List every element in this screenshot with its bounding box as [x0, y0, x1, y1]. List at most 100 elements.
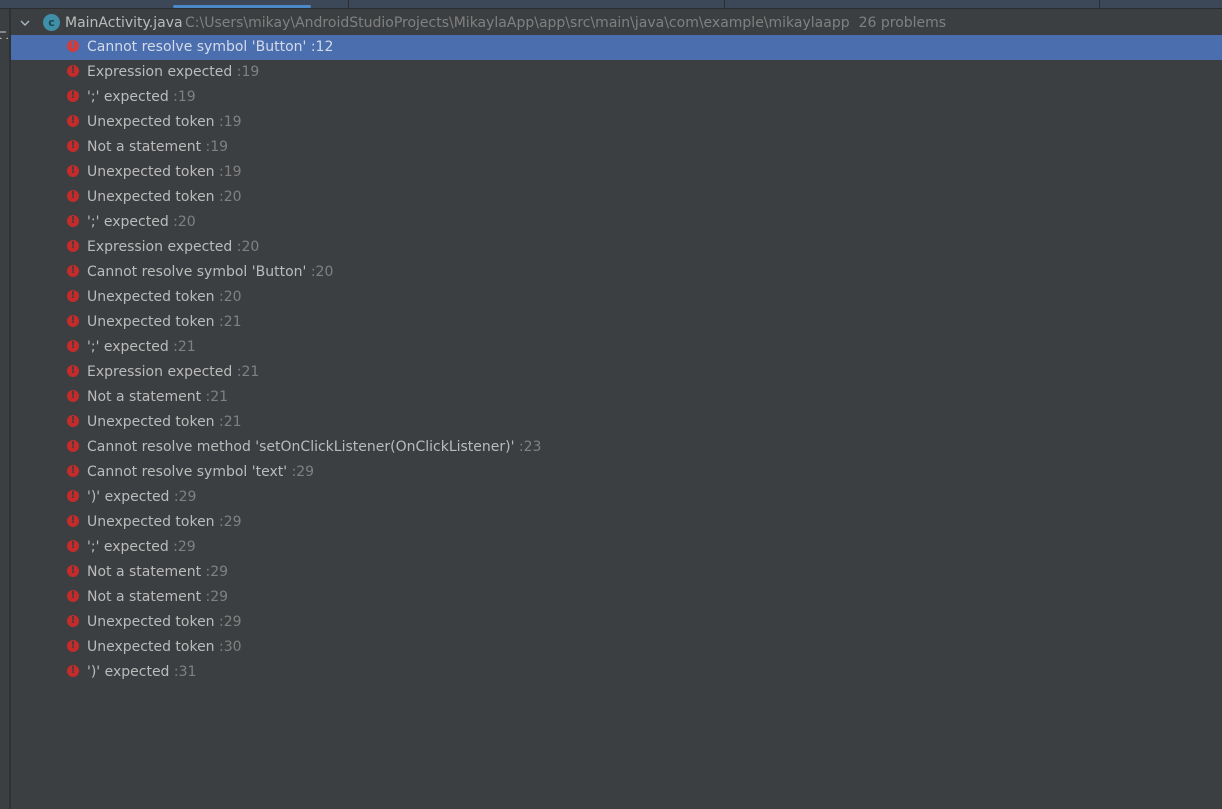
- problem-message: ';' expected: [87, 339, 169, 355]
- problem-line-number: :29: [173, 539, 196, 555]
- selected-tab-indicator: [173, 5, 311, 8]
- problem-text: Expression expected :21: [87, 363, 259, 382]
- error-icon: !: [67, 640, 79, 652]
- file-path-line: C:\Users\mikay\AndroidStudioProjects\Mik…: [185, 14, 946, 33]
- problem-text: Unexpected token :19: [87, 163, 242, 182]
- problem-line-number: :21: [219, 314, 242, 330]
- problem-text: Unexpected token :21: [87, 313, 242, 332]
- tab-separator: [1099, 0, 1100, 9]
- problem-message: Unexpected token: [87, 314, 215, 330]
- chevron-down-icon[interactable]: [19, 17, 31, 29]
- problem-text: Cannot resolve symbol 'text' :29: [87, 463, 314, 482]
- problem-line-number: :19: [219, 164, 242, 180]
- problem-row[interactable]: ! Not a statement :21: [11, 385, 1222, 410]
- error-icon: !: [67, 565, 79, 577]
- problems-tree: c MainActivity.java C:\Users\mikay\Andro…: [11, 10, 1222, 809]
- problem-text: Cannot resolve symbol 'Button' :12: [87, 38, 333, 57]
- problem-line-number: :21: [173, 339, 196, 355]
- problem-row[interactable]: ! Unexpected token :21: [11, 310, 1222, 335]
- problem-row[interactable]: ! Unexpected token :30: [11, 635, 1222, 660]
- problem-message: Not a statement: [87, 139, 202, 155]
- problem-line-number: :20: [236, 239, 260, 255]
- tab[interactable]: [725, 0, 1099, 9]
- problem-message: Expression expected: [87, 239, 233, 255]
- problem-row[interactable]: ! Unexpected token :21: [11, 410, 1222, 435]
- problem-row[interactable]: ! Expression expected :19: [11, 60, 1222, 85]
- problem-line-number: :29: [219, 514, 242, 530]
- problem-line-number: :12: [310, 39, 334, 55]
- tab[interactable]: [311, 0, 348, 9]
- error-icon: !: [67, 165, 79, 177]
- problem-row[interactable]: ! ')' expected :31: [11, 660, 1222, 685]
- problem-row[interactable]: ! Unexpected token :20: [11, 285, 1222, 310]
- tab[interactable]: [349, 0, 724, 9]
- problem-row[interactable]: ! Cannot resolve symbol 'text' :29: [11, 460, 1222, 485]
- problem-row[interactable]: ! ')' expected :29: [11, 485, 1222, 510]
- problem-message: Unexpected token: [87, 414, 215, 430]
- problem-row[interactable]: ! Expression expected :21: [11, 360, 1222, 385]
- problem-row[interactable]: ! Not a statement :29: [11, 585, 1222, 610]
- problem-line-number: :30: [219, 639, 242, 655]
- problem-line-number: :20: [173, 214, 196, 230]
- editor-tab-strip: [0, 0, 1222, 9]
- problem-row[interactable]: ! Cannot resolve method 'setOnClickListen…: [11, 435, 1222, 460]
- problem-message: Not a statement: [87, 389, 202, 405]
- problem-text: ';' expected :19: [87, 88, 196, 107]
- problem-message: Cannot resolve method 'setOnClickListene…: [87, 439, 515, 455]
- collapse-arrow-icon[interactable]: [0, 31, 8, 39]
- error-icon: !: [67, 665, 79, 677]
- error-icon: !: [67, 315, 79, 327]
- problem-row[interactable]: ! Cannot resolve symbol 'Button' :12: [11, 35, 1222, 60]
- problem-text: ';' expected :21: [87, 338, 196, 357]
- problem-row[interactable]: ! Unexpected token :19: [11, 110, 1222, 135]
- error-icon: !: [67, 515, 79, 527]
- problem-message: Cannot resolve symbol 'text': [87, 464, 288, 480]
- problem-text: Not a statement :29: [87, 563, 228, 582]
- problem-message: ')' expected: [87, 489, 170, 505]
- problem-line-number: :19: [236, 64, 260, 80]
- error-icon: !: [67, 215, 79, 227]
- problem-text: Unexpected token :20: [87, 188, 242, 207]
- problem-text: ')' expected :29: [87, 488, 196, 507]
- problem-row[interactable]: ! Cannot resolve symbol 'Button' :20: [11, 260, 1222, 285]
- problem-row[interactable]: ! ';' expected :29: [11, 535, 1222, 560]
- problem-message: ';' expected: [87, 539, 169, 555]
- problem-text: Unexpected token :20: [87, 288, 242, 307]
- error-icon: !: [67, 490, 79, 502]
- problem-row[interactable]: ! Unexpected token :29: [11, 510, 1222, 535]
- problem-row[interactable]: ! ';' expected :21: [11, 335, 1222, 360]
- problem-line-number: :20: [310, 264, 334, 280]
- problem-text: Cannot resolve method 'setOnClickListene…: [87, 438, 541, 457]
- error-icon: !: [67, 290, 79, 302]
- problem-line-number: :23: [518, 439, 542, 455]
- error-icon: !: [67, 140, 79, 152]
- problem-line-number: :29: [219, 614, 242, 630]
- problem-row[interactable]: ! Unexpected token :19: [11, 160, 1222, 185]
- error-icon: !: [67, 65, 79, 77]
- error-icon: !: [67, 415, 79, 427]
- error-icon: !: [67, 265, 79, 277]
- problem-line-number: :29: [291, 464, 315, 480]
- problem-line-number: :20: [219, 289, 242, 305]
- problem-line-number: :29: [205, 589, 229, 605]
- problem-row[interactable]: ! Expression expected :20: [11, 235, 1222, 260]
- problem-message: Unexpected token: [87, 614, 215, 630]
- problem-row[interactable]: ! Unexpected token :29: [11, 610, 1222, 635]
- error-icon: !: [67, 540, 79, 552]
- problem-message: Unexpected token: [87, 164, 215, 180]
- problem-list: ! Cannot resolve symbol 'Button' :12! Expr…: [11, 35, 1222, 685]
- problem-line-number: :21: [205, 389, 229, 405]
- problem-message: Expression expected: [87, 64, 233, 80]
- problem-row[interactable]: ! Not a statement :19: [11, 135, 1222, 160]
- problem-row[interactable]: ! ';' expected :19: [11, 85, 1222, 110]
- problem-row[interactable]: ! ';' expected :20: [11, 210, 1222, 235]
- problem-line-number: :19: [205, 139, 229, 155]
- problem-text: Cannot resolve symbol 'Button' :20: [87, 263, 333, 282]
- file-node[interactable]: c MainActivity.java C:\Users\mikay\Andro…: [11, 12, 1222, 35]
- problem-line-number: :29: [173, 489, 197, 505]
- problem-row[interactable]: ! Unexpected token :20: [11, 185, 1222, 210]
- problem-text: ')' expected :31: [87, 663, 196, 682]
- problem-row[interactable]: ! Not a statement :29: [11, 560, 1222, 585]
- problem-message: Cannot resolve symbol 'Button': [87, 264, 307, 280]
- tab-selected[interactable]: [173, 0, 311, 9]
